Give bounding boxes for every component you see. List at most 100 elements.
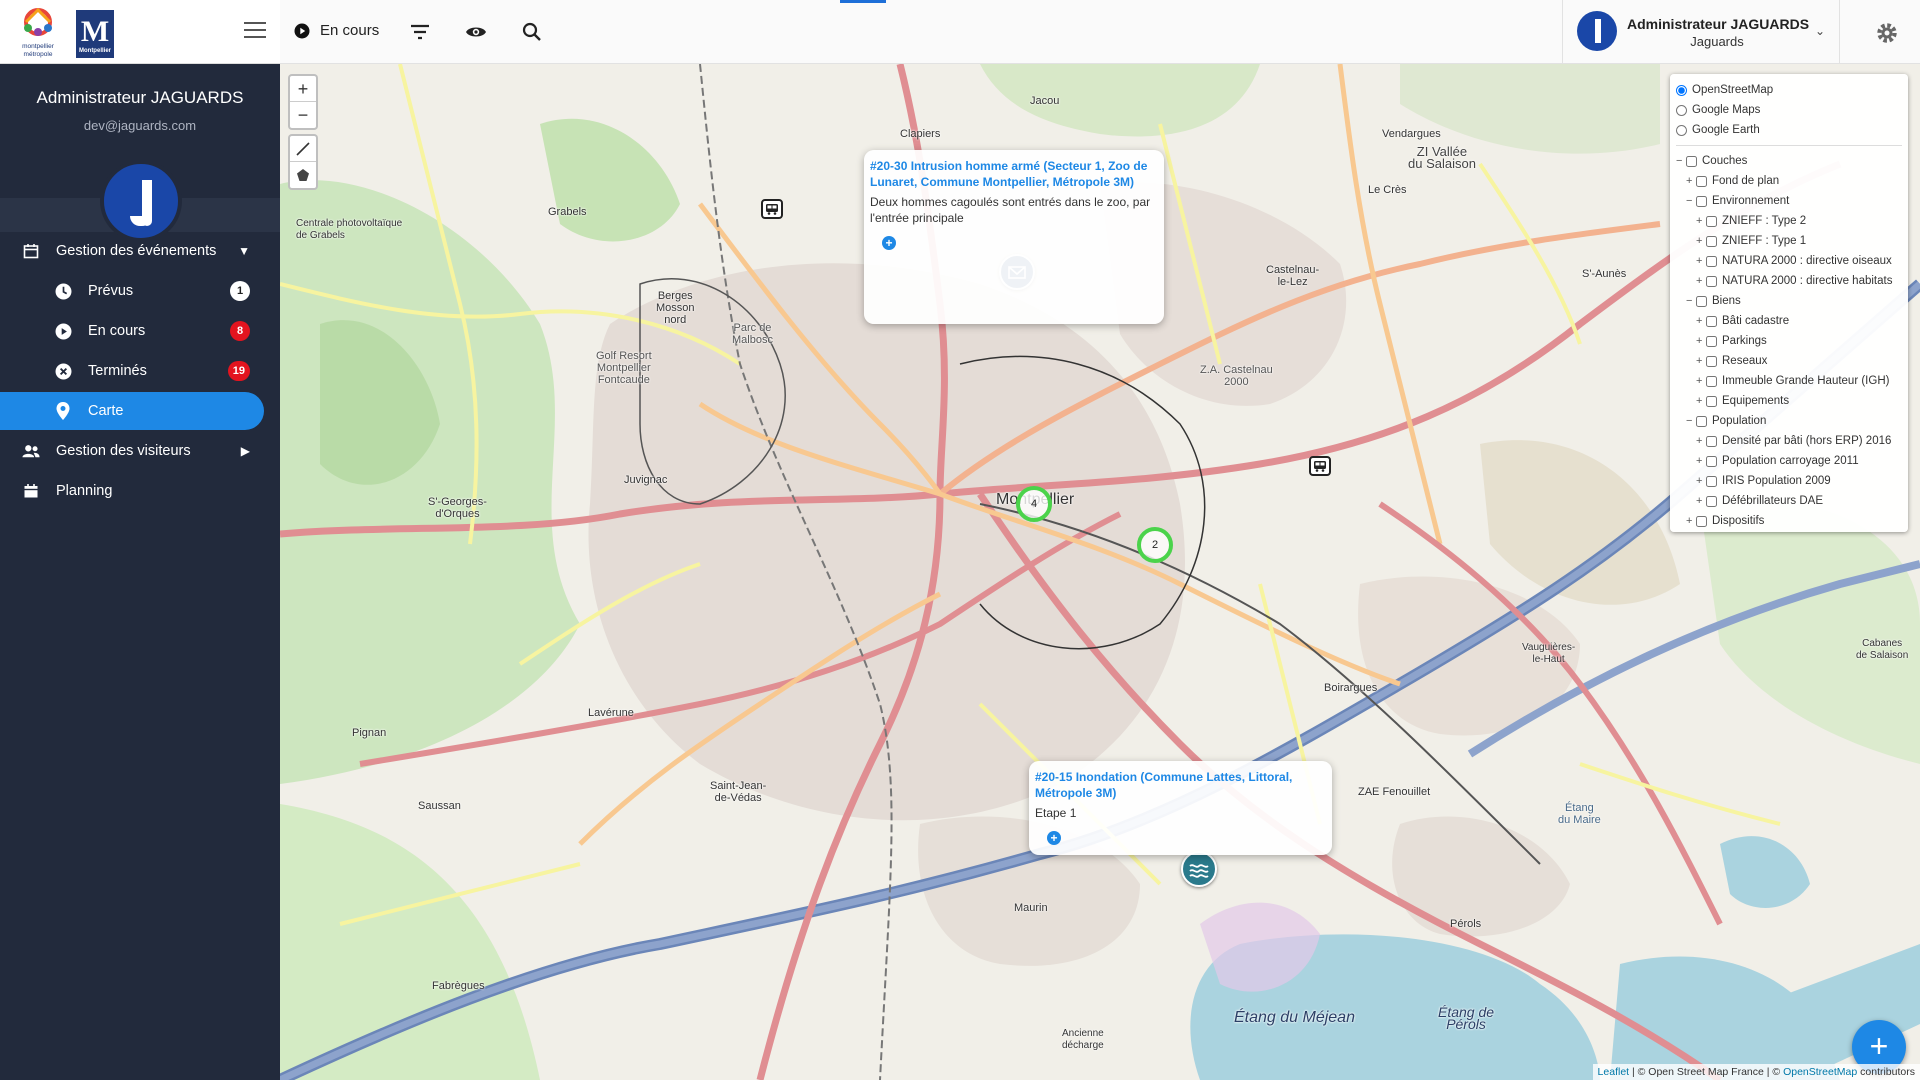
base-layer-option[interactable]: Google Earth — [1676, 120, 1902, 140]
layer-checkbox[interactable] — [1696, 195, 1707, 207]
nav-finished[interactable]: Terminés 19 — [0, 352, 280, 390]
base-layer-radio[interactable] — [1676, 84, 1687, 96]
expand-toggle-icon[interactable]: + — [1696, 275, 1706, 287]
layer-item[interactable]: + ZNIEFF : Type 1 — [1676, 231, 1902, 251]
layer-group-env[interactable]: − Environnement — [1676, 191, 1902, 211]
base-layer-radio[interactable] — [1676, 104, 1687, 116]
layer-checkbox[interactable] — [1706, 375, 1717, 387]
layer-item[interactable]: + ZNIEFF : Type 2 — [1676, 211, 1902, 231]
user-menu[interactable]: Administrateur JAGUARDS Jaguards ⌄ — [1562, 0, 1840, 64]
popup-title[interactable]: #20-30 Intrusion homme armé (Secteur 1, … — [870, 158, 1158, 190]
marker-cluster[interactable]: 2 — [1137, 527, 1173, 563]
expand-toggle-icon[interactable]: + — [1696, 375, 1706, 387]
layer-checkbox[interactable] — [1706, 495, 1717, 507]
search-icon[interactable] — [520, 20, 544, 44]
layer-checkbox[interactable] — [1706, 475, 1717, 487]
layer-group-root[interactable]: − Couches — [1676, 151, 1902, 171]
layer-item[interactable]: + NATURA 2000 : directive oiseaux — [1676, 251, 1902, 271]
layer-item[interactable]: + Population carroyage 2011 — [1676, 451, 1902, 471]
layer-checkbox[interactable] — [1706, 435, 1717, 447]
add-step-button[interactable]: + — [1047, 831, 1061, 845]
layer-checkbox[interactable] — [1706, 255, 1717, 267]
place-label: Saint-Jean- de-Védas — [710, 780, 767, 804]
gear-icon[interactable] — [1874, 20, 1900, 46]
expand-toggle-icon[interactable]: + — [1696, 495, 1706, 507]
expand-toggle-icon[interactable]: + — [1686, 515, 1696, 527]
place-label: Z.A. Castelnau 2000 — [1200, 364, 1273, 388]
nav-visitors[interactable]: Gestion des visiteurs ▶ — [0, 432, 280, 470]
collapse-toggle-icon[interactable]: − — [1686, 195, 1696, 207]
layer-group-population[interactable]: − Population — [1676, 411, 1902, 431]
layer-checkbox[interactable] — [1706, 235, 1717, 247]
layer-item[interactable]: + Reseaux — [1676, 351, 1902, 371]
collapse-toggle-icon[interactable]: − — [1686, 295, 1696, 307]
draw-line-button[interactable] — [290, 136, 316, 162]
layer-item[interactable]: + IRIS Population 2009 — [1676, 471, 1902, 491]
layer-item[interactable]: + Densité par bâti (hors ERP) 2016 — [1676, 431, 1902, 451]
marker-cluster[interactable]: 4 — [1016, 486, 1052, 522]
layer-checkbox[interactable] — [1706, 355, 1717, 367]
base-layer-option[interactable]: OpenStreetMap — [1676, 80, 1902, 100]
nav-ongoing[interactable]: En cours 8 — [0, 312, 280, 350]
layer-item[interactable]: + Bâti cadastre — [1676, 311, 1902, 331]
base-layer-option[interactable]: Google Maps — [1676, 100, 1902, 120]
zoom-in-button[interactable]: + — [290, 76, 316, 102]
nav-events[interactable]: Gestion des événements ▼ — [0, 232, 280, 270]
collapse-toggle-icon[interactable]: − — [1686, 415, 1696, 427]
layer-checkbox[interactable] — [1696, 175, 1707, 187]
bus-icon[interactable] — [761, 199, 783, 219]
expand-toggle-icon[interactable]: + — [1696, 395, 1706, 407]
layer-item[interactable]: + Défébrillateurs DAE — [1676, 491, 1902, 511]
expand-toggle-icon[interactable]: + — [1696, 435, 1706, 447]
eye-icon[interactable] — [464, 20, 488, 44]
place-label: Jacou — [1030, 95, 1060, 107]
layer-checkbox[interactable] — [1696, 515, 1707, 527]
nav-planning[interactable]: Planning — [0, 472, 280, 510]
chevron-down-icon: ⌄ — [1814, 24, 1825, 38]
layer-checkbox[interactable] — [1696, 295, 1707, 307]
place-label: S'-Georges- d'Orques — [428, 496, 487, 520]
expand-toggle-icon[interactable]: + — [1686, 175, 1696, 187]
place-label: Fabrègues — [432, 980, 485, 992]
layer-item[interactable]: + Equipements — [1676, 391, 1902, 411]
expand-toggle-icon[interactable]: + — [1696, 355, 1706, 367]
expand-toggle-icon[interactable]: + — [1696, 215, 1706, 227]
layer-checkbox[interactable] — [1706, 455, 1717, 467]
leaflet-link[interactable]: Leaflet — [1598, 1066, 1630, 1078]
layer-item[interactable]: + Parkings — [1676, 331, 1902, 351]
expand-toggle-icon[interactable]: + — [1696, 255, 1706, 267]
filter-icon[interactable] — [408, 20, 432, 44]
nav-map[interactable]: Carte — [0, 392, 264, 430]
zoom-out-button[interactable]: − — [290, 102, 316, 128]
layer-group-dispositifs[interactable]: + Dispositifs — [1676, 511, 1902, 531]
expand-toggle-icon[interactable]: + — [1696, 455, 1706, 467]
expand-toggle-icon[interactable]: + — [1696, 475, 1706, 487]
draw-polygon-button[interactable] — [290, 162, 316, 188]
menu-toggle-icon[interactable] — [244, 22, 266, 42]
layer-group-fond[interactable]: + Fond de plan — [1676, 171, 1902, 191]
layer-checkbox[interactable] — [1696, 415, 1707, 427]
map-view[interactable]: Jacou Clapiers Vendargues ZI Vallée du S… — [280, 64, 1920, 1080]
nav-planned[interactable]: Prévus 1 — [0, 272, 280, 310]
layer-checkbox[interactable] — [1706, 275, 1717, 287]
collapse-toggle-icon[interactable]: − — [1676, 155, 1686, 167]
layer-group-biens[interactable]: − Biens — [1676, 291, 1902, 311]
layer-checkbox[interactable] — [1706, 335, 1717, 347]
layer-checkbox[interactable] — [1706, 215, 1717, 227]
add-step-button[interactable]: + — [882, 236, 896, 250]
layer-checkbox[interactable] — [1706, 395, 1717, 407]
bus-icon[interactable] — [1309, 456, 1331, 476]
layer-checkbox[interactable] — [1686, 155, 1697, 167]
layer-item[interactable]: + Immeuble Grande Hauteur (IGH) — [1676, 371, 1902, 391]
expand-toggle-icon[interactable]: + — [1696, 235, 1706, 247]
nav-map-label: Carte — [88, 403, 124, 419]
layer-item[interactable]: + NATURA 2000 : directive habitats — [1676, 271, 1902, 291]
base-layer-radio[interactable] — [1676, 124, 1687, 136]
status-filter[interactable]: En cours — [294, 22, 379, 39]
expand-toggle-icon[interactable]: + — [1696, 335, 1706, 347]
osm-link[interactable]: OpenStreetMap — [1783, 1066, 1857, 1078]
layer-checkbox[interactable] — [1706, 315, 1717, 327]
expand-toggle-icon[interactable]: + — [1696, 315, 1706, 327]
event-marker-flood[interactable] — [1181, 851, 1217, 887]
popup-title[interactable]: #20-15 Inondation (Commune Lattes, Litto… — [1035, 769, 1326, 801]
